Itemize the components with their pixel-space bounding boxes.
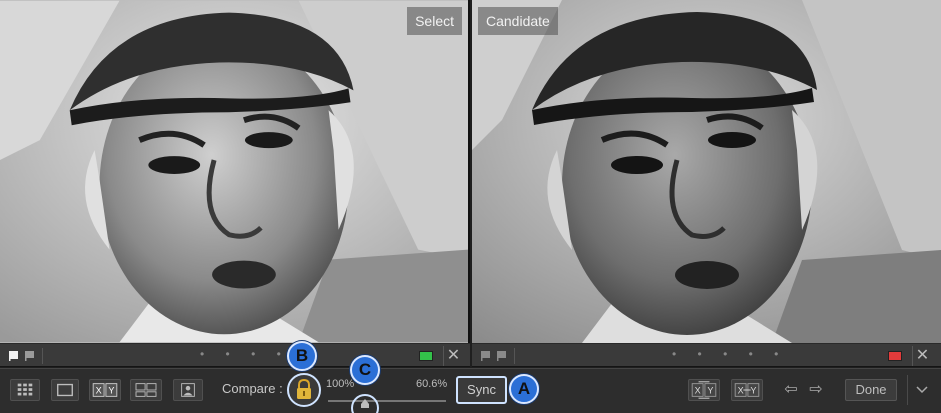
close-icon[interactable]: ✕	[443, 346, 463, 366]
callout-b: B	[287, 341, 317, 371]
people-view-button[interactable]	[173, 379, 203, 401]
candidate-photo	[472, 0, 941, 343]
grid-icon	[17, 383, 33, 396]
done-button[interactable]: Done	[845, 379, 897, 401]
pick-flag-icon[interactable]	[8, 350, 19, 361]
compare-label: Compare :	[222, 381, 283, 396]
callout-a: A	[509, 374, 539, 404]
svg-text:X: X	[738, 386, 744, 396]
strip-divider	[514, 348, 515, 364]
color-label-green[interactable]	[419, 351, 433, 361]
candidate-label: Candidate	[478, 7, 558, 35]
compare-view-button[interactable]: X Y	[89, 379, 121, 401]
close-icon[interactable]: ✕	[912, 346, 932, 366]
pick-flag-icon[interactable]	[480, 350, 491, 361]
survey-view-button[interactable]	[130, 379, 162, 401]
loupe-icon	[57, 383, 73, 397]
reject-flag-icon[interactable]	[24, 350, 35, 361]
next-arrow-icon[interactable]: ⇨	[806, 380, 826, 400]
swap-xy-icon: X Y	[691, 381, 717, 399]
svg-text:X: X	[96, 386, 102, 396]
rating-stars[interactable]: • • • • •	[672, 347, 787, 361]
callout-c: C	[350, 355, 380, 385]
reject-flag-icon[interactable]	[496, 350, 507, 361]
svg-text:Y: Y	[108, 386, 114, 396]
zoom-min-label: 100%	[326, 378, 355, 390]
survey-icon	[135, 383, 157, 397]
xy-compare-icon: X Y	[92, 383, 118, 397]
toolbar-menu-chevron-down-icon[interactable]	[913, 381, 931, 397]
color-label-red[interactable]	[888, 351, 902, 361]
candidate-photo-pane[interactable]: Candidate	[472, 0, 941, 343]
zoom-value-label: 60.6%	[416, 378, 448, 390]
zoom-slider-track[interactable]	[328, 400, 446, 402]
svg-text:X: X	[695, 386, 701, 396]
svg-text:Y: Y	[707, 386, 713, 396]
face-icon	[181, 383, 195, 397]
toolbar-divider	[907, 375, 908, 405]
select-photo-pane[interactable]: Select	[0, 0, 470, 343]
zoom-slider-thumb[interactable]	[361, 399, 369, 408]
candidate-info-strip: • • • • • ✕	[472, 343, 941, 367]
grid-view-button[interactable]	[10, 379, 40, 401]
previous-arrow-icon[interactable]: ⇦	[781, 380, 801, 400]
make-select-xy-icon: X Y	[734, 383, 760, 397]
lock-icon	[297, 378, 311, 399]
strip-divider	[42, 348, 43, 364]
select-label: Select	[407, 7, 462, 35]
make-select-button[interactable]: X Y	[731, 379, 763, 401]
select-info-strip: • • • • • ✕	[0, 343, 470, 367]
swap-button[interactable]: X Y	[688, 379, 720, 401]
svg-text:Y: Y	[750, 386, 756, 396]
select-photo	[0, 0, 468, 343]
loupe-view-button[interactable]	[51, 379, 79, 401]
compare-toolbar: X Y Compare : 100% 60.6% Sync X Y X Y ⇦ …	[0, 368, 941, 413]
sync-button[interactable]: Sync	[456, 376, 507, 404]
link-focus-lock-button[interactable]	[287, 373, 321, 407]
